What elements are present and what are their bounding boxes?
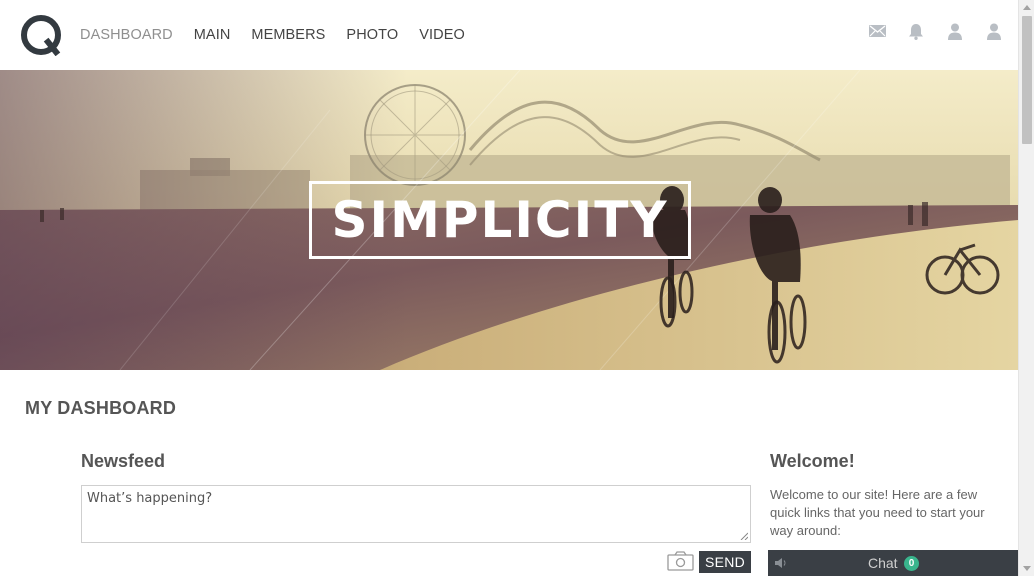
user-icon[interactable] <box>945 21 965 41</box>
welcome-text: Welcome to our site! Here are a few quic… <box>770 487 985 538</box>
site-logo[interactable] <box>20 14 62 57</box>
chat-count-badge: 0 <box>904 556 919 571</box>
top-header: DASHBOARD MAIN MEMBERS PHOTO VIDEO <box>0 0 1018 70</box>
hero-banner: SIMPLICITY <box>0 70 1018 370</box>
nav-item-dashboard[interactable]: DASHBOARD <box>80 27 173 43</box>
mail-icon[interactable] <box>867 21 887 41</box>
hero-title: SIMPLICITY <box>331 191 669 249</box>
status-placeholder: What’s happening? <box>87 491 213 506</box>
camera-icon[interactable] <box>667 551 694 571</box>
newsfeed-title: Newsfeed <box>81 451 166 471</box>
speaker-icon[interactable] <box>774 556 788 570</box>
scroll-down-arrow-icon[interactable] <box>1023 566 1031 571</box>
profile-icon[interactable] <box>984 21 1004 41</box>
chat-label: Chat <box>868 555 898 571</box>
bell-icon[interactable] <box>906 21 926 41</box>
header-icons <box>848 0 1004 62</box>
hero-title-box: SIMPLICITY <box>309 181 691 259</box>
resize-handle-icon[interactable] <box>740 532 748 540</box>
welcome-title: Welcome! <box>770 451 855 471</box>
nav-item-members[interactable]: MEMBERS <box>251 27 325 43</box>
page: DASHBOARD MAIN MEMBERS PHOTO VIDEO SIMPL… <box>0 0 1018 576</box>
scroll-up-arrow-icon[interactable] <box>1023 5 1031 10</box>
page-scrollbar[interactable] <box>1018 0 1034 576</box>
scroll-thumb[interactable] <box>1022 16 1032 144</box>
send-button[interactable]: SEND <box>699 551 751 573</box>
main-nav: DASHBOARD MAIN MEMBERS PHOTO VIDEO <box>80 0 486 70</box>
chat-bar[interactable]: Chat 0 <box>768 550 1018 576</box>
status-input[interactable]: What’s happening? <box>81 485 751 543</box>
nav-item-photo[interactable]: PHOTO <box>346 27 398 43</box>
nav-item-main[interactable]: MAIN <box>194 27 231 43</box>
page-title: MY DASHBOARD <box>25 398 177 418</box>
nav-item-video[interactable]: VIDEO <box>419 27 465 43</box>
